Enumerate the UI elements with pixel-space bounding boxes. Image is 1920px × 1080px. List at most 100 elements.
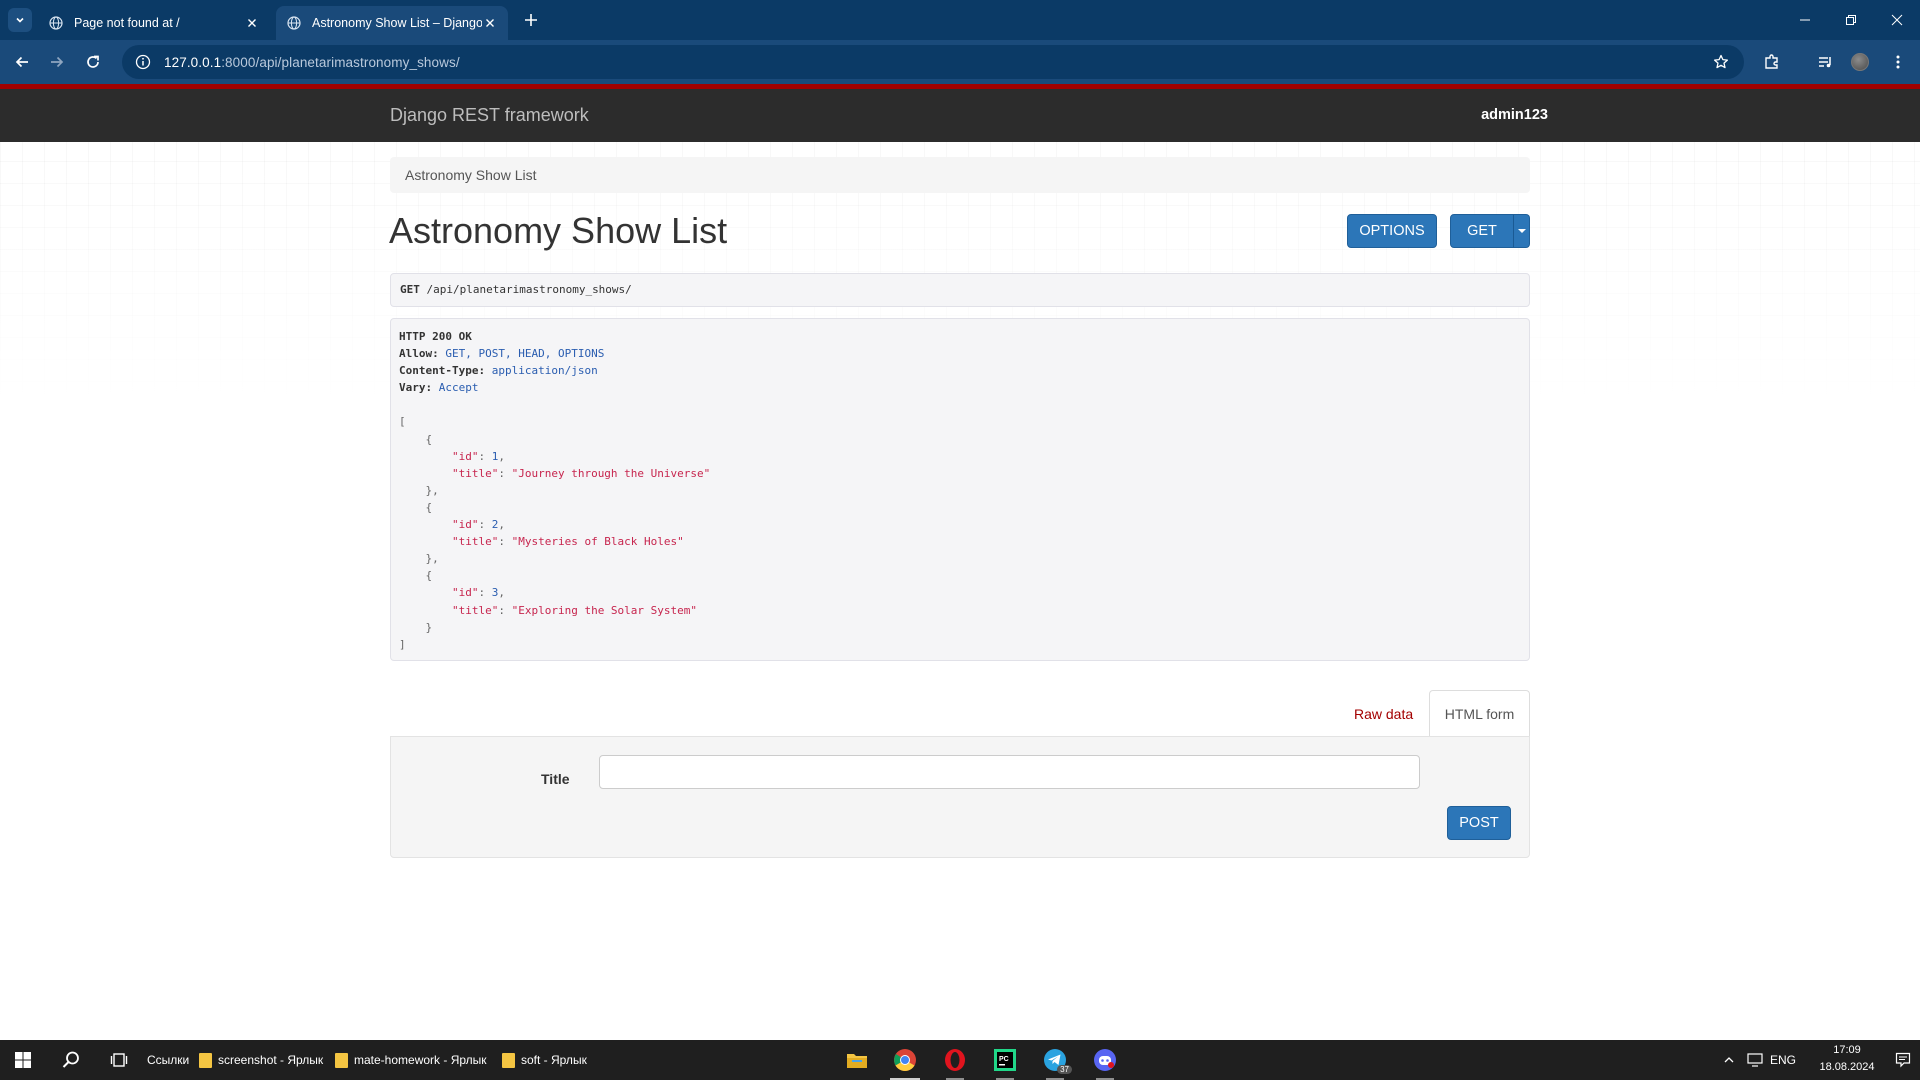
links-toolbar-label: Ссылки: [147, 1053, 190, 1067]
url-text: 127.0.0.1:8000/api/planetarimastronomy_s…: [164, 55, 460, 70]
media-controls-button[interactable]: [1814, 50, 1838, 74]
pycharm-app[interactable]: PC: [982, 1040, 1028, 1080]
address-bar[interactable]: 127.0.0.1:8000/api/planetarimastronomy_s…: [122, 45, 1744, 79]
restore-button[interactable]: [1828, 0, 1874, 40]
header-name: Content-Type: [399, 364, 479, 378]
more-vertical-icon: [1896, 55, 1900, 69]
post-form: Title POST: [390, 736, 1530, 858]
item-title: Mysteries of Black Holes: [518, 535, 678, 549]
back-button[interactable]: [10, 50, 34, 74]
browser-tabstrip: Page not found at / Astronomy Show List …: [0, 0, 1920, 40]
brand-link[interactable]: Django REST framework: [390, 105, 589, 126]
response-status: HTTP 200 OK: [399, 330, 472, 343]
chrome-icon: [894, 1049, 916, 1071]
close-window-button[interactable]: [1874, 0, 1920, 40]
reload-button[interactable]: [81, 50, 105, 74]
url-path: :8000/api/planetarimastronomy_shows/: [221, 54, 460, 70]
close-icon[interactable]: [482, 15, 498, 31]
network-button[interactable]: [1742, 1040, 1768, 1080]
get-button[interactable]: GET: [1450, 214, 1514, 248]
browser-tab-page-not-found[interactable]: Page not found at /: [38, 6, 270, 40]
tab-html-form[interactable]: HTML form: [1429, 690, 1530, 737]
shortcut-label: soft - Ярлык: [521, 1053, 587, 1067]
forward-button[interactable]: [45, 50, 69, 74]
menu-button[interactable]: [1886, 50, 1910, 74]
shortcut-soft[interactable]: soft - Ярлык: [502, 1040, 587, 1080]
browser-tab-astronomy-show-list[interactable]: Astronomy Show List – Django: [276, 6, 508, 40]
response-info: HTTP 200 OK Allow: GET, POST, HEAD, OPTI…: [390, 318, 1530, 661]
reload-icon: [87, 55, 99, 68]
extensions-button[interactable]: [1760, 50, 1784, 74]
browser-toolbar: 127.0.0.1:8000/api/planetarimastronomy_s…: [0, 40, 1920, 84]
shortcut-screenshot[interactable]: screenshot - Ярлык: [199, 1040, 323, 1080]
title-input[interactable]: [599, 755, 1420, 789]
title-label: Title: [541, 771, 570, 787]
restore-icon: [1846, 15, 1856, 25]
clock-time[interactable]: 17:09: [1822, 1044, 1872, 1056]
new-tab-button[interactable]: [520, 9, 542, 31]
plus-icon: [525, 14, 537, 26]
queue-music-icon: [1819, 57, 1831, 68]
opera-app[interactable]: [932, 1040, 978, 1080]
windows-logo-icon: [15, 1052, 31, 1068]
breadcrumb-item[interactable]: Astronomy Show List: [405, 167, 537, 183]
bookmark-star-icon[interactable]: [1710, 51, 1732, 73]
avatar: [1851, 53, 1869, 71]
folder-icon: [847, 1054, 867, 1068]
shortcut-label: mate-homework - Ярлык: [354, 1053, 487, 1067]
shortcut-mate-homework[interactable]: mate-homework - Ярлык: [335, 1040, 487, 1080]
tab-title: Page not found at /: [74, 16, 180, 30]
notification-icon: [1895, 1052, 1911, 1068]
options-button[interactable]: OPTIONS: [1347, 214, 1437, 248]
task-view-icon: [110, 1053, 128, 1067]
pycharm-icon: PC: [994, 1049, 1016, 1071]
user-menu[interactable]: admin123: [1481, 107, 1548, 123]
folder-icon: [199, 1052, 212, 1068]
request-info: GET /api/planetarimastronomy_shows/: [390, 273, 1530, 307]
caret-down-icon: [1517, 229, 1526, 233]
drf-navbar: Django REST framework admin123: [0, 84, 1920, 142]
get-format-dropdown[interactable]: [1513, 214, 1530, 248]
puzzle-icon: [1765, 54, 1778, 69]
start-button[interactable]: [0, 1040, 46, 1080]
minimize-button[interactable]: [1782, 0, 1828, 40]
close-icon: [1891, 14, 1903, 26]
minimize-icon: [1800, 19, 1810, 21]
request-method: GET: [400, 283, 420, 296]
page-title: Astronomy Show List: [389, 210, 728, 251]
header-name: Allow: [399, 347, 433, 361]
task-view-button[interactable]: [96, 1040, 142, 1080]
request-path: /api/planetarimastronomy_shows/: [426, 283, 632, 296]
tab-title: Astronomy Show List – Django: [312, 16, 482, 30]
globe-icon: [48, 15, 64, 31]
network-icon: [1747, 1053, 1763, 1067]
discord-app[interactable]: [1082, 1040, 1128, 1080]
header-value: GET, POST, HEAD, OPTIONS: [445, 347, 605, 361]
profile-button[interactable]: [1848, 50, 1872, 74]
discord-icon: [1094, 1049, 1116, 1071]
windows-taskbar: Ссылки screenshot - Ярлык mate-homework …: [0, 1040, 1920, 1080]
telegram-app[interactable]: 37: [1032, 1040, 1078, 1080]
header-name: Vary: [399, 381, 426, 395]
clock-date[interactable]: 18.08.2024: [1810, 1061, 1884, 1073]
search-button[interactable]: [48, 1040, 94, 1080]
folder-icon: [502, 1052, 515, 1068]
item-title: Journey through the Universe: [518, 466, 704, 480]
url-host: 127.0.0.1: [164, 54, 222, 70]
globe-icon: [286, 15, 302, 31]
telegram-badge: 37: [1057, 1065, 1072, 1074]
file-explorer-app[interactable]: [834, 1040, 880, 1080]
post-button[interactable]: POST: [1447, 806, 1511, 840]
tab-raw-data[interactable]: Raw data: [1340, 694, 1427, 736]
opera-icon: [945, 1049, 965, 1071]
chrome-app[interactable]: [882, 1040, 928, 1080]
site-info-icon[interactable]: [132, 51, 154, 73]
tab-search-button[interactable]: [8, 8, 32, 32]
notifications-button[interactable]: [1886, 1040, 1920, 1080]
input-language[interactable]: ENG: [1770, 1053, 1796, 1067]
header-value: Accept: [438, 381, 479, 395]
tray-overflow-button[interactable]: [1718, 1040, 1740, 1080]
item-title: Exploring the Solar System: [518, 603, 691, 617]
close-icon[interactable]: [244, 15, 260, 31]
chevron-down-icon: [16, 17, 24, 23]
